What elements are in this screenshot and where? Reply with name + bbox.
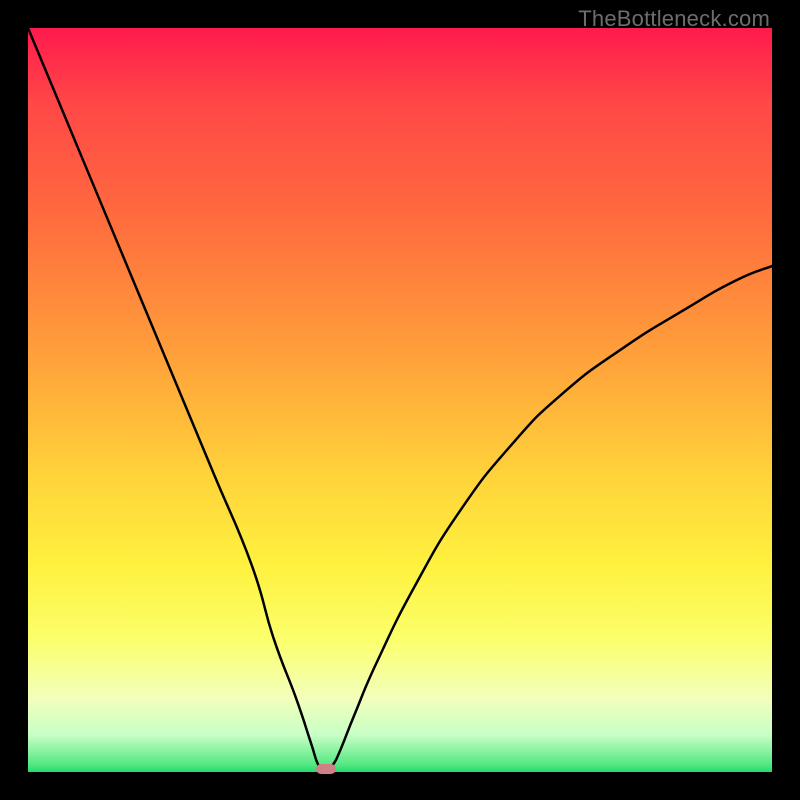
optimal-point-marker [316,764,336,774]
bottleneck-curve [28,28,772,772]
chart-frame: TheBottleneck.com [0,0,800,800]
plot-area [28,28,772,772]
